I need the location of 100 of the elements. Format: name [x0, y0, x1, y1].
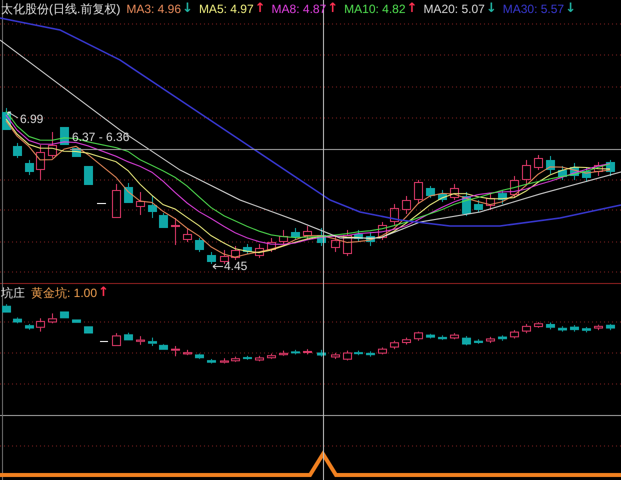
candlestick	[303, 226, 312, 240]
candlestick	[136, 192, 145, 216]
candlestick	[450, 184, 459, 200]
indicator-candle	[462, 336, 471, 346]
candlestick	[390, 204, 399, 226]
indicator-candle	[402, 337, 411, 346]
candlestick	[510, 176, 519, 198]
candlestick	[486, 194, 495, 210]
leader-line	[212, 264, 224, 270]
candlestick	[243, 244, 252, 254]
candlestick	[343, 230, 352, 256]
candlestick	[279, 230, 288, 244]
indicator-candle	[570, 324, 579, 332]
indicator-candle	[279, 350, 288, 356]
arrow-icon: ↑	[98, 285, 109, 301]
candlestick	[159, 212, 168, 228]
indicator-candle	[354, 350, 363, 356]
indicator-candle	[366, 350, 375, 358]
candlestick	[558, 166, 567, 180]
arrow-icon: ↓	[486, 1, 497, 17]
indicator-candle	[84, 326, 93, 334]
candlestick	[231, 246, 240, 260]
arrow-icon: ↑	[327, 1, 338, 17]
indicator-value: MA5: 4.97	[198, 1, 254, 17]
indicator-candle	[331, 352, 340, 360]
indicator-candle	[317, 349, 326, 358]
indicator-candle	[72, 319, 81, 323]
indicator-candle	[207, 358, 216, 364]
indicator-candle	[148, 337, 157, 347]
candlestick	[331, 236, 340, 252]
chart-title: 太化股份(日线.前复权)	[1, 1, 120, 17]
indicator-candle	[546, 322, 555, 330]
indicator-candle	[36, 318, 45, 332]
indicator-candle	[378, 347, 387, 355]
candlestick	[570, 162, 579, 180]
candlestick	[207, 252, 216, 264]
indicator-value: 黄金坑: 1.00	[31, 285, 98, 301]
indicator-candle	[498, 334, 507, 342]
candlestick	[582, 168, 591, 182]
candlestick	[546, 156, 555, 174]
indicator-candle	[582, 326, 591, 333]
indicator-value: MA30: 5.57	[502, 1, 564, 17]
indicator-candle	[390, 340, 399, 350]
indicator-value: MA10: 4.82	[344, 1, 406, 17]
indicator-candle	[136, 336, 145, 346]
indicator-candle	[534, 322, 543, 328]
indicator-candle	[171, 346, 180, 357]
indicator-candle	[474, 338, 483, 344]
indicator-candle	[255, 355, 264, 362]
indicator-candle	[414, 331, 423, 342]
indicator-candle	[522, 324, 531, 334]
indicator-candle	[343, 350, 352, 361]
candlestick	[255, 244, 264, 258]
indicator-candle	[2, 304, 11, 313]
candlestick	[606, 160, 615, 176]
chart-title: 坑庄	[1, 285, 25, 301]
candlestick	[148, 196, 157, 218]
dash-mark	[96, 203, 106, 204]
indicator-candle	[303, 348, 312, 355]
arrow-icon: ↓	[565, 1, 576, 17]
indicator-candle	[231, 356, 240, 362]
price-label: 6.37 - 6.36	[72, 130, 130, 144]
candlestick	[171, 218, 180, 246]
candlestick	[594, 162, 603, 176]
candlestick	[534, 154, 543, 170]
arrow-icon: ↑	[254, 1, 266, 17]
indicator-candle	[267, 353, 276, 360]
indicator-candle	[124, 332, 133, 340]
candlestick	[522, 160, 531, 184]
candlestick	[426, 186, 435, 198]
candlestick	[183, 228, 192, 242]
indicator-candle	[112, 332, 121, 346]
price-label: 4.45	[224, 259, 248, 273]
indicator-candle	[486, 336, 495, 344]
candlestick	[267, 238, 276, 252]
arrow-icon: ↑	[406, 1, 418, 17]
indicator-candle	[243, 355, 252, 360]
candlestick	[366, 232, 375, 246]
indicator-candle	[606, 324, 615, 331]
indicator-candle	[183, 349, 192, 356]
candlestick	[354, 230, 363, 242]
candlestick	[402, 196, 411, 214]
indicator-candle	[25, 324, 34, 330]
indicator-candle	[48, 312, 57, 324]
indicator-candle	[510, 330, 519, 339]
candlestick	[124, 182, 133, 203]
candlestick	[25, 160, 34, 176]
candlestick	[36, 144, 45, 180]
indicator-value: MA3: 4.96	[126, 1, 182, 17]
indicator-candle	[60, 311, 69, 318]
indicator-value: MA20: 5.07	[423, 1, 485, 17]
indicator-candle	[450, 332, 459, 340]
indicator-candle	[159, 344, 168, 350]
indicator-candle	[426, 333, 435, 339]
candlestick	[195, 238, 204, 252]
candlestick	[13, 142, 22, 158]
indicator-candle	[13, 317, 22, 324]
indicator-candle	[291, 349, 300, 355]
candlestick	[84, 166, 93, 185]
price-label: 6.99	[20, 112, 44, 126]
